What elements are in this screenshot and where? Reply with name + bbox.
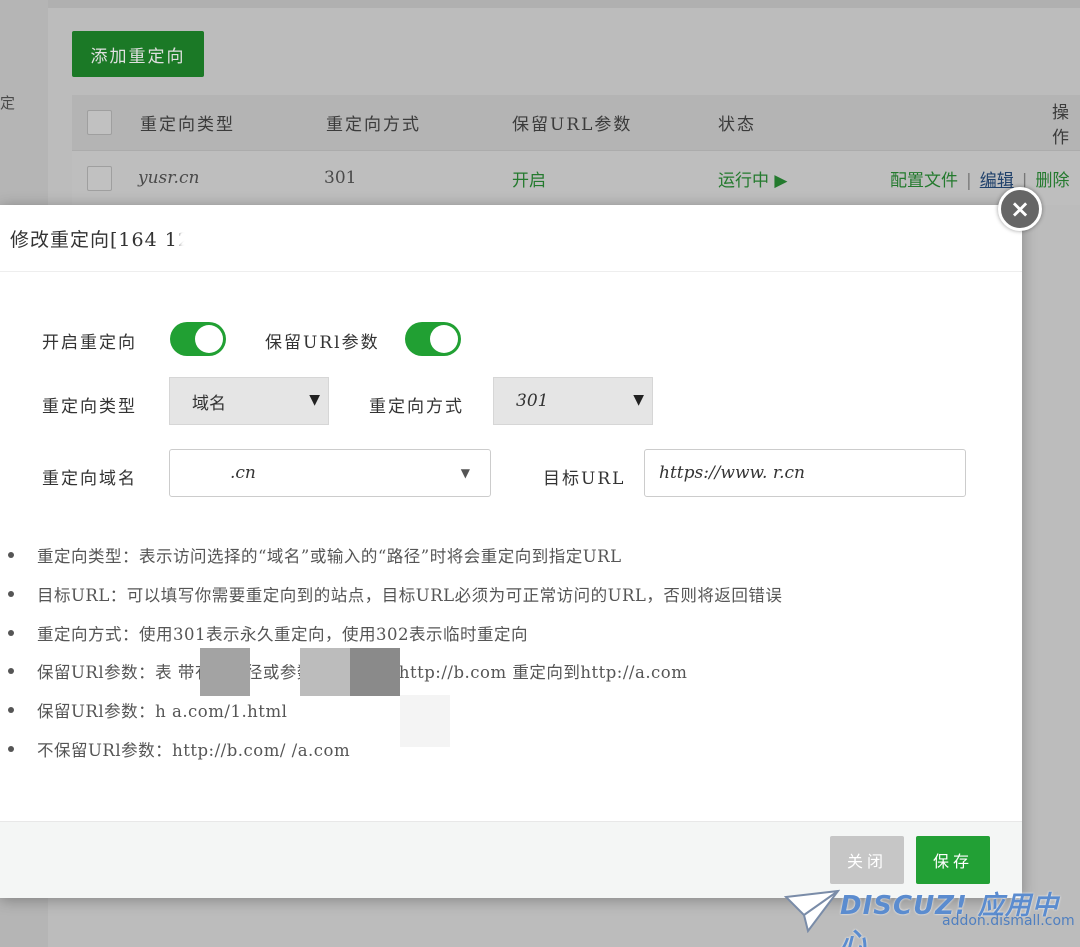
redirect-type-select[interactable]: 域名 ▼ (169, 377, 329, 425)
target-url-value: https://www. r.cn (659, 463, 805, 483)
redaction-block (300, 648, 350, 696)
keep-params-toggle[interactable] (405, 322, 461, 356)
dialog-title-text: 修改重定向[164 12] (10, 228, 200, 251)
redirect-method-select[interactable]: 301 ▼ (493, 377, 653, 425)
dialog-title: 修改重定向[164 12] (0, 205, 1022, 272)
redaction-block (400, 695, 450, 747)
watermark: DISCUZ! 应用中心 addon.dismall.com (784, 885, 1075, 947)
paper-plane-icon (784, 889, 840, 933)
target-url-input[interactable]: https://www. r.cn (644, 449, 966, 497)
close-button[interactable]: 关闭 (830, 836, 904, 884)
toggle-knob (430, 325, 458, 353)
dropdown-arrow-icon: ▼ (309, 392, 320, 408)
redaction-block (200, 648, 250, 696)
redirect-type-label: 重定向类型 (42, 397, 137, 417)
save-button[interactable]: 保存 (916, 836, 990, 884)
list-item: 目标URL：可以填写你需要重定向到的站点，目标URL必须为可正常访问的URL，否… (0, 582, 1000, 621)
close-icon[interactable]: × (998, 187, 1042, 231)
list-item: 保留URl参数：表 带有子路径或参数如设置访问http://b.com 重定向到… (0, 659, 1000, 698)
enable-redirect-toggle[interactable] (170, 322, 226, 356)
help-tips-list: 重定向类型：表示访问选择的“域名”或输入的“路径”时将会重定向到指定URL 目标… (0, 543, 1000, 776)
redirect-method-value: 301 (516, 391, 549, 411)
redirect-domain-value: .cn (230, 463, 256, 483)
redirect-domain-label: 重定向域名 (42, 469, 137, 489)
list-item: 不保留URl参数：http://b.com/ /a.com (0, 737, 1000, 776)
dropdown-arrow-icon: ▼ (460, 466, 470, 480)
list-item: 重定向方式：使用301表示永久重定向，使用302表示临时重定向 (0, 621, 1000, 660)
watermark-url: addon.dismall.com (942, 913, 1075, 929)
redirect-type-value: 域名 (192, 393, 226, 414)
redaction-block (350, 648, 400, 696)
list-item: 保留URl参数：h a.com/1.html (0, 698, 1000, 737)
enable-redirect-label: 开启重定向 (42, 333, 137, 353)
redaction-blur (178, 221, 250, 257)
list-item: 重定向类型：表示访问选择的“域名”或输入的“路径”时将会重定向到指定URL (0, 543, 1000, 582)
dropdown-arrow-icon: ▼ (633, 392, 644, 408)
edit-redirect-dialog: 修改重定向[164 12] 开启重定向 保留URl参数 重定向类型 域名 ▼ 重… (0, 205, 1022, 898)
redirect-method-label: 重定向方式 (369, 397, 464, 417)
keep-params-label: 保留URl参数 (265, 333, 380, 353)
target-url-label: 目标URL (543, 469, 626, 489)
redirect-domain-select[interactable]: .cn ▼ (169, 449, 491, 497)
toggle-knob (195, 325, 223, 353)
